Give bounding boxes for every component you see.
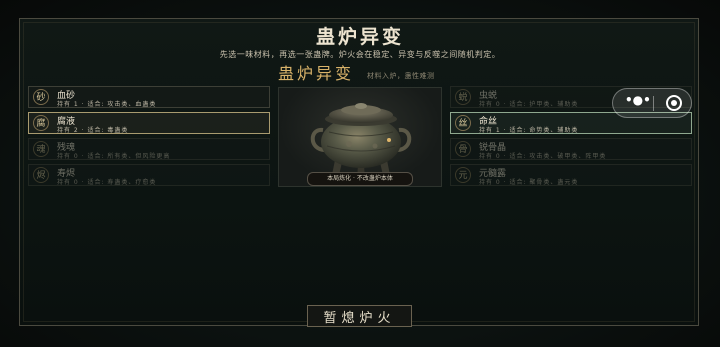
material-badge-icon: 腐 [33, 115, 49, 131]
material-item[interactable]: 骨 锐骨晶 持有 0 · 适合: 攻击类、破甲类、阵甲类 [450, 138, 692, 160]
capsule-menu: •●• [612, 88, 692, 118]
capsule-divider [653, 96, 654, 111]
material-badge-icon: 元 [455, 167, 471, 183]
material-item[interactable]: 腐 腐液 持有 2 · 适合: 毒蛊类 [28, 112, 270, 134]
material-desc: 持有 0 · 适合: 寿蛊类、疗愈类 [57, 179, 157, 186]
material-badge-icon: 丝 [455, 115, 471, 131]
furnace-caption: 本局炼化 · 不改蛊炉本体 [307, 172, 413, 186]
page-subtitle: 先选一味材料，再选一张蛊牌。炉火会在稳定、异变与反噬之间随机判定。 [219, 50, 501, 59]
material-badge-icon: 蜕 [455, 89, 471, 105]
section-title: 蛊炉异变 [278, 64, 355, 83]
material-desc: 持有 0 · 适合: 攻击类、破甲类、阵甲类 [479, 153, 607, 160]
target-circle-icon[interactable] [666, 95, 682, 111]
material-item[interactable]: 砂 血砂 持有 1 · 适合: 攻击类、血蛊类 [28, 86, 270, 108]
extinguish-fire-button[interactable]: 暂熄炉火 [307, 305, 412, 327]
material-item[interactable]: 魂 残魂 持有 0 · 适合: 所有类、但风险更高 [28, 138, 270, 160]
material-list-left: 砂 血砂 持有 1 · 适合: 攻击类、血蛊类 腐 腐液 持有 2 · 适合: … [28, 86, 270, 190]
material-desc: 持有 0 · 适合: 所有类、但风险更高 [57, 153, 171, 160]
material-desc: 持有 1 · 适合: 命势类、辅助类 [479, 127, 579, 134]
material-badge-icon: 烬 [33, 167, 49, 183]
material-desc: 持有 2 · 适合: 毒蛊类 [57, 127, 129, 134]
material-item[interactable]: 烬 寿烬 持有 0 · 适合: 寿蛊类、疗愈类 [28, 164, 270, 186]
page-title: 蛊炉异变 [315, 26, 404, 48]
material-badge-icon: 魂 [33, 141, 49, 157]
material-badge-icon: 砂 [33, 89, 49, 105]
material-item[interactable]: 元 元髓露 持有 0 · 适合: 聚骨类、蛊元类 [450, 164, 692, 186]
material-desc: 持有 1 · 适合: 攻击类、血蛊类 [57, 101, 157, 108]
section-note: 材料入炉，蛊性难测 [367, 72, 435, 80]
material-desc: 持有 0 · 适合: 护甲类、辅助类 [479, 101, 579, 108]
material-desc: 持有 0 · 适合: 聚骨类、蛊元类 [479, 179, 579, 186]
material-badge-icon: 骨 [455, 141, 471, 157]
more-dots-icon[interactable]: •●• [625, 93, 651, 107]
